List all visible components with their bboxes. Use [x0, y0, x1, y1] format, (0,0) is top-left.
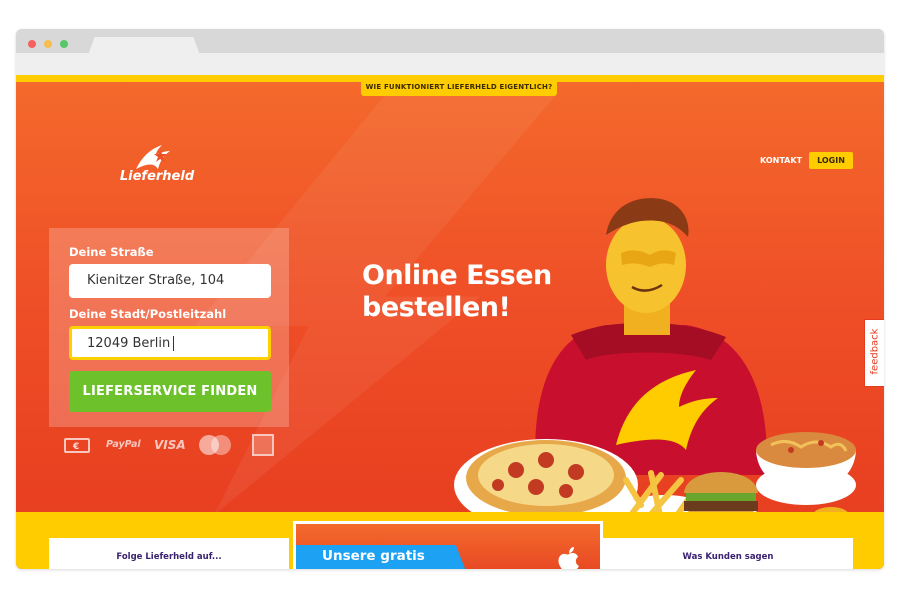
city-input[interactable]: 12049 Berlin — [69, 326, 271, 360]
text-caret — [173, 336, 175, 351]
browser-window: WIE FUNKTIONIERT LIEFERHELD EIGENTLICH? … — [16, 29, 884, 569]
feedback-tab[interactable]: feedback — [864, 319, 884, 387]
brand-name: Lieferheld — [119, 169, 195, 184]
mastercard-icon — [199, 434, 233, 456]
how-it-works-link[interactable]: WIE FUNKTIONIERT LIEFERHELD EIGENTLICH? — [361, 79, 557, 96]
promo-heading: Unsere gratis — [296, 545, 466, 569]
find-delivery-button[interactable]: LIEFERSERVICE FINDEN — [69, 371, 271, 412]
app-promo-card[interactable]: Unsere gratis — [293, 521, 603, 569]
follow-heading: Folge Lieferheld auf... — [116, 552, 222, 562]
page-content: WIE FUNKTIONIERT LIEFERHELD EIGENTLICH? … — [16, 75, 884, 569]
apple-icon — [558, 547, 579, 569]
street-label: Deine Straße — [69, 245, 154, 259]
maximize-window-icon[interactable] — [60, 40, 68, 48]
street-input[interactable]: Kienitzer Straße, 104 — [69, 264, 271, 298]
city-input-value: 12049 Berlin — [87, 336, 171, 351]
lieferheld-logo[interactable]: Lieferheld — [112, 139, 202, 189]
close-window-icon[interactable] — [28, 40, 36, 48]
login-button[interactable]: LOGIN — [809, 152, 853, 169]
address-search-form: Deine Straße Kienitzer Straße, 104 Deine… — [49, 228, 289, 427]
visa-icon: VISA — [154, 438, 186, 452]
street-input-value: Kienitzer Straße, 104 — [87, 273, 225, 288]
app-promo-banner: Unsere gratis — [296, 524, 600, 569]
follow-card: Folge Lieferheld auf... — [49, 538, 289, 569]
minimize-window-icon[interactable] — [44, 40, 52, 48]
reviews-card: Was Kunden sagen — [603, 538, 853, 569]
contact-link[interactable]: KONTAKT — [760, 156, 802, 165]
paypal-icon: PayPal — [106, 439, 141, 450]
city-label: Deine Stadt/Postleitzahl — [69, 307, 227, 321]
star-flame-icon — [136, 145, 170, 169]
browser-titlebar — [16, 29, 884, 55]
feedback-label: feedback — [869, 328, 881, 375]
reviews-heading: Was Kunden sagen — [682, 552, 774, 562]
amex-icon — [252, 434, 274, 456]
browser-toolbar — [16, 53, 884, 75]
cash-icon — [62, 434, 92, 458]
payment-methods: PayPal VISA — [62, 434, 292, 458]
superhero-food-illustration — [454, 198, 856, 545]
